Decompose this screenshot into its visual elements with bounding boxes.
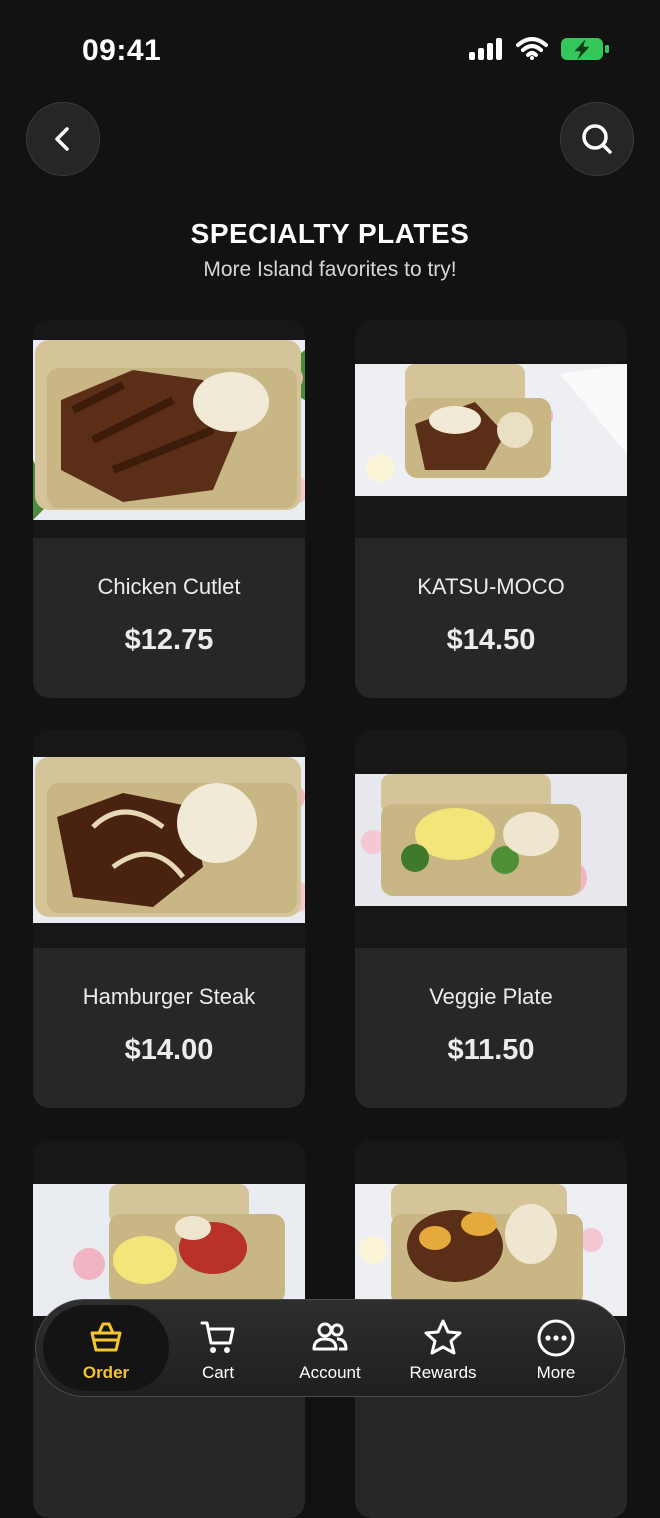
product-info: Veggie Plate $11.50	[355, 948, 627, 1108]
product-price: $11.50	[447, 1034, 535, 1066]
product-name: Veggie Plate	[429, 984, 553, 1009]
product-price: $14.00	[124, 1034, 214, 1066]
more-icon	[537, 1319, 575, 1357]
product-info: Chicken Cutlet $12.75	[33, 538, 305, 698]
product-image	[33, 1184, 305, 1316]
product-image	[355, 364, 627, 496]
product-image	[33, 757, 305, 923]
tab-order[interactable]: Order	[43, 1305, 169, 1391]
product-card[interactable]: Chicken Cutlet $12.75	[33, 320, 305, 698]
tab-rewards[interactable]: Rewards	[387, 1300, 499, 1396]
product-image	[355, 774, 627, 906]
product-name: Hamburger Steak	[82, 984, 256, 1009]
tab-label: Rewards	[409, 1363, 477, 1382]
tab-cart[interactable]: Cart	[162, 1300, 274, 1396]
product-name: KATSU-MOCO	[417, 574, 565, 599]
tab-label: Account	[299, 1363, 361, 1382]
tab-label: Order	[82, 1363, 130, 1382]
cart-icon	[200, 1321, 235, 1353]
product-card[interactable]: Hamburger Steak $14.00	[33, 730, 305, 1108]
tab-label: More	[536, 1363, 576, 1382]
people-icon	[312, 1322, 348, 1351]
star-icon	[424, 1319, 462, 1355]
product-image	[33, 340, 305, 520]
product-grid: Chicken Cutlet $12.75 KATSU-MOCO $14.50	[0, 0, 660, 1518]
product-image	[355, 1184, 627, 1316]
basket-icon	[90, 1322, 122, 1352]
tab-more[interactable]: More	[500, 1300, 612, 1396]
bottom-tab-bar: Order Cart Account Rewards More	[35, 1299, 625, 1397]
tab-account[interactable]: Account	[274, 1300, 386, 1396]
product-info: Hamburger Steak $14.00	[33, 948, 305, 1108]
product-price: $14.50	[446, 624, 536, 656]
product-price: $12.75	[124, 624, 214, 656]
product-card[interactable]: KATSU-MOCO $14.50	[355, 320, 627, 698]
tab-label: Cart	[201, 1363, 235, 1382]
product-card[interactable]: Veggie Plate $11.50	[355, 730, 627, 1108]
product-name: Chicken Cutlet	[97, 574, 241, 599]
product-info: KATSU-MOCO $14.50	[355, 538, 627, 698]
